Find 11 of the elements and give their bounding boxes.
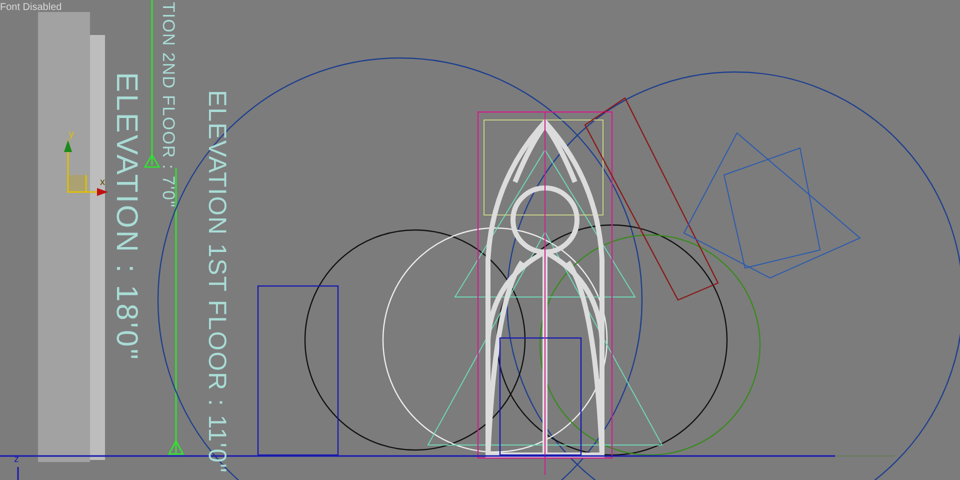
- level-marker-icon: [144, 154, 160, 168]
- status-text: Font Disabled: [0, 1, 62, 15]
- transform-gizmo-icon: [64, 139, 108, 196]
- axis-label: z: [14, 455, 19, 465]
- axis-line: [17, 467, 19, 480]
- level-marker-icon: [168, 439, 184, 455]
- elevation-label: TION 2ND FLOOR : 7'0": [160, 2, 177, 208]
- axis-label: y: [69, 130, 74, 140]
- axis-label: x: [100, 178, 105, 188]
- elevation-label: ELEVATION 1ST FLOOR : 11'0": [204, 90, 229, 474]
- elevation-label: ELEVATION : 18'0": [111, 72, 141, 362]
